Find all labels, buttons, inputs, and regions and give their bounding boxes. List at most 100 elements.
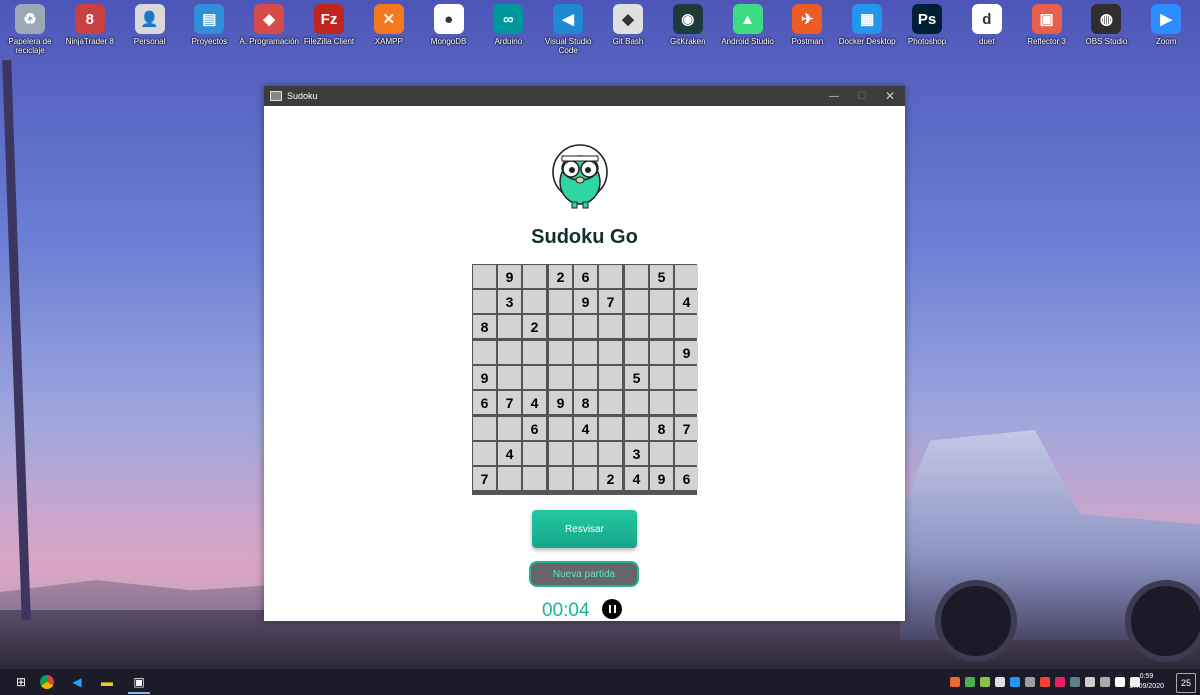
- sudoku-cell[interactable]: [473, 341, 496, 364]
- sudoku-cell[interactable]: 9: [473, 366, 496, 389]
- sudoku-cell[interactable]: 8: [574, 391, 597, 414]
- sudoku-cell[interactable]: [599, 366, 622, 389]
- windows-start-icon[interactable]: ⊞: [10, 672, 32, 692]
- sudoku-cell[interactable]: [650, 366, 673, 389]
- tray-app-icon[interactable]: [1085, 677, 1095, 687]
- sudoku-cell[interactable]: [498, 467, 521, 490]
- sudoku-cell[interactable]: [549, 467, 572, 490]
- desktop-shortcut[interactable]: ● MongoDB: [419, 4, 479, 46]
- sudoku-cell[interactable]: [675, 391, 698, 414]
- sudoku-cell[interactable]: 9: [675, 341, 698, 364]
- sudoku-cell[interactable]: 5: [650, 265, 673, 288]
- sudoku-cell[interactable]: [549, 290, 572, 313]
- notifications-button[interactable]: 25: [1176, 673, 1196, 693]
- pause-button[interactable]: [602, 599, 622, 619]
- sudoku-cell[interactable]: 4: [498, 442, 521, 465]
- sudoku-cell[interactable]: [650, 341, 673, 364]
- desktop-shortcut[interactable]: ▤ Proyectos: [179, 4, 239, 46]
- desktop-shortcut[interactable]: ◆ A. Programación: [239, 4, 299, 46]
- desktop-shortcut[interactable]: 8 NinjaTrader 8: [60, 4, 120, 46]
- minimize-button[interactable]: —: [819, 86, 849, 106]
- desktop-shortcut[interactable]: ∞ Arduino: [478, 4, 538, 46]
- sudoku-cell[interactable]: [625, 417, 648, 440]
- sudoku-cell[interactable]: [574, 315, 597, 338]
- sudoku-cell[interactable]: [523, 366, 546, 389]
- desktop-shortcut[interactable]: ◀ Visual Studio Code: [538, 4, 598, 55]
- tray-app-icon[interactable]: [980, 677, 990, 687]
- sudoku-cell[interactable]: 8: [650, 417, 673, 440]
- sudoku-cell[interactable]: [675, 315, 698, 338]
- sudoku-cell[interactable]: [473, 442, 496, 465]
- sudoku-cell[interactable]: [625, 290, 648, 313]
- sudoku-cell[interactable]: [599, 442, 622, 465]
- sudoku-cell[interactable]: 6: [675, 467, 698, 490]
- vscode-taskbar-icon[interactable]: ◀: [66, 672, 88, 692]
- sudoku-cell[interactable]: [675, 442, 698, 465]
- tray-app-icon[interactable]: [995, 677, 1005, 687]
- sudoku-cell[interactable]: [523, 265, 546, 288]
- sudoku-cell[interactable]: [599, 315, 622, 338]
- desktop-shortcut[interactable]: d duet: [957, 4, 1017, 46]
- sudoku-cell[interactable]: [650, 290, 673, 313]
- sudoku-cell[interactable]: [599, 265, 622, 288]
- sudoku-cell[interactable]: 6: [473, 391, 496, 414]
- sudoku-cell[interactable]: [625, 265, 648, 288]
- desktop-shortcut[interactable]: ✕ XAMPP: [359, 4, 419, 46]
- desktop-shortcut[interactable]: ▲ Android Studio: [718, 4, 778, 46]
- sudoku-cell[interactable]: 7: [473, 467, 496, 490]
- close-button[interactable]: ✕: [875, 86, 905, 106]
- sudoku-cell[interactable]: 6: [574, 265, 597, 288]
- sudoku-cell[interactable]: 2: [549, 265, 572, 288]
- sudoku-cell[interactable]: [523, 341, 546, 364]
- sudoku-cell[interactable]: [549, 341, 572, 364]
- sudoku-taskbar-icon[interactable]: ▣: [128, 672, 150, 694]
- desktop-shortcut[interactable]: ◆ Git Bash: [598, 4, 658, 46]
- clock[interactable]: 0:59 17/09/2020: [1129, 672, 1164, 692]
- sudoku-cell[interactable]: [549, 315, 572, 338]
- sudoku-cell[interactable]: 5: [625, 366, 648, 389]
- sudoku-cell[interactable]: [650, 315, 673, 338]
- sudoku-cell[interactable]: [574, 442, 597, 465]
- sudoku-cell[interactable]: 8: [473, 315, 496, 338]
- file-explorer-icon[interactable]: ▬: [96, 672, 118, 692]
- desktop-shortcut[interactable]: ◉ GitKraken: [658, 4, 718, 46]
- sudoku-cell[interactable]: 2: [599, 467, 622, 490]
- sudoku-cell[interactable]: 4: [523, 391, 546, 414]
- desktop-shortcut[interactable]: ▣ Reflector 3: [1017, 4, 1077, 46]
- sudoku-cell[interactable]: [574, 366, 597, 389]
- sudoku-cell[interactable]: [473, 417, 496, 440]
- tray-app-icon[interactable]: [950, 677, 960, 687]
- bluetooth-icon[interactable]: [1010, 677, 1020, 687]
- sudoku-cell[interactable]: [675, 366, 698, 389]
- new-game-button[interactable]: Nueva partida: [529, 561, 639, 587]
- sudoku-cell[interactable]: 4: [574, 417, 597, 440]
- sudoku-cell[interactable]: [625, 391, 648, 414]
- tray-app-icon[interactable]: [1040, 677, 1050, 687]
- sudoku-cell[interactable]: [498, 366, 521, 389]
- desktop-shortcut[interactable]: ▦ Docker Desktop: [837, 4, 897, 46]
- sudoku-cell[interactable]: 9: [574, 290, 597, 313]
- sudoku-cell[interactable]: 9: [549, 391, 572, 414]
- desktop-shortcut[interactable]: ▶ Zoom: [1136, 4, 1196, 46]
- chrome-icon[interactable]: [36, 672, 58, 692]
- desktop-shortcut[interactable]: 👤 Personal: [120, 4, 180, 46]
- desktop-shortcut[interactable]: ♻ Papelera de reciclaje: [0, 4, 60, 55]
- maximize-button[interactable]: ☐: [847, 86, 877, 106]
- sudoku-cell[interactable]: [498, 417, 521, 440]
- sudoku-cell[interactable]: [574, 341, 597, 364]
- title-bar[interactable]: Sudoku — ☐ ✕: [264, 86, 905, 106]
- sudoku-cell[interactable]: [523, 290, 546, 313]
- sudoku-cell[interactable]: 6: [523, 417, 546, 440]
- sudoku-cell[interactable]: [599, 417, 622, 440]
- sudoku-cell[interactable]: [549, 366, 572, 389]
- sudoku-cell[interactable]: [574, 467, 597, 490]
- sudoku-cell[interactable]: [599, 391, 622, 414]
- sudoku-cell[interactable]: [650, 442, 673, 465]
- sudoku-cell[interactable]: [473, 290, 496, 313]
- check-button[interactable]: Resvisar: [532, 510, 637, 548]
- sudoku-cell[interactable]: [523, 442, 546, 465]
- sudoku-cell[interactable]: 9: [498, 265, 521, 288]
- desktop-shortcut[interactable]: ✈ Postman: [777, 4, 837, 46]
- sudoku-cell[interactable]: 7: [498, 391, 521, 414]
- sudoku-cell[interactable]: 3: [498, 290, 521, 313]
